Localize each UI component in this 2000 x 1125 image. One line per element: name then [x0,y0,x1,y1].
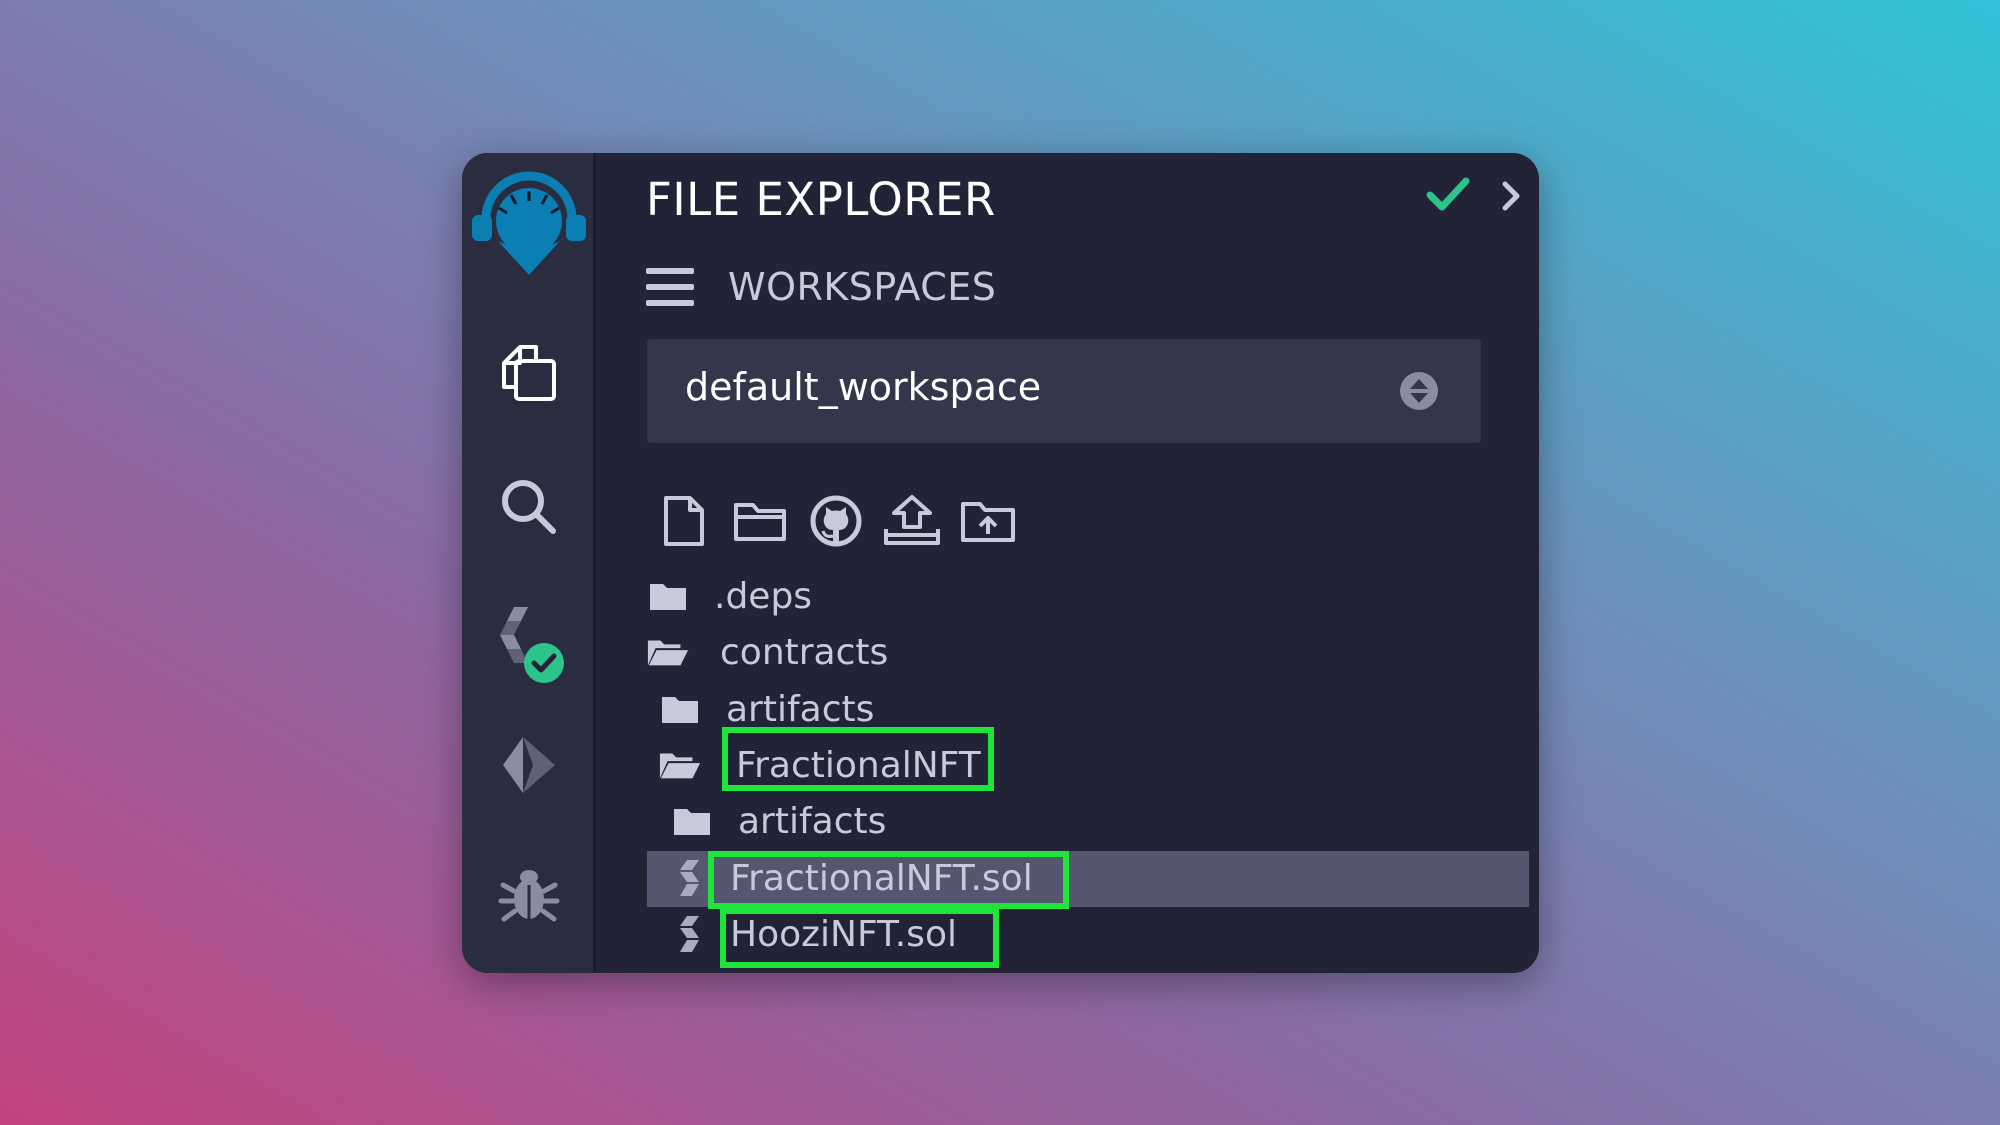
upload-folder-icon[interactable] [950,491,1026,551]
folder-icon [658,693,702,725]
tree-folder-deps[interactable]: .deps [646,569,812,623]
chevron-right-icon[interactable] [1500,179,1522,217]
tree-folder-contracts[interactable]: contracts [646,625,888,679]
debugger-icon[interactable] [462,863,596,925]
solidity-file-icon [670,914,714,954]
highlight-box-fractionalnft-sol [708,851,1069,909]
folder-icon [646,580,690,612]
upload-file-icon[interactable] [874,491,950,551]
file-explorer-icon[interactable] [462,343,596,405]
workspaces-header: WORKSPACES [646,265,996,309]
github-icon[interactable] [798,491,874,551]
select-arrows-icon [1399,371,1439,415]
folder-open-icon [646,636,690,668]
search-icon[interactable] [462,477,596,537]
solidity-compiler-icon[interactable] [462,601,596,691]
remix-logo-icon[interactable] [462,171,596,279]
tree-label: artifacts [738,800,887,842]
remix-panel: FILE EXPLORER WORKSPACES default_workspa… [462,153,1539,973]
file-toolbar [646,491,1026,551]
check-icon [1426,175,1470,219]
hamburger-menu-icon[interactable] [646,266,694,308]
folder-icon [670,805,714,837]
new-folder-icon[interactable] [722,491,798,551]
file-explorer-pane: FILE EXPLORER WORKSPACES default_workspa… [596,153,1539,973]
page-title: FILE EXPLORER [646,173,996,226]
workspaces-label: WORKSPACES [728,265,997,309]
tree-label: artifacts [726,688,875,730]
workspace-select-value: default_workspace [685,365,1042,409]
icon-sidebar [462,153,596,973]
highlight-box-fractionalnft [722,727,994,791]
tree-folder-artifacts-nested[interactable]: artifacts [670,794,886,848]
tree-label: .deps [714,575,813,617]
deploy-run-icon[interactable] [462,733,596,797]
highlight-box-hoozinft-sol [720,908,999,968]
workspace-select[interactable]: default_workspace [647,339,1481,443]
tree-label: contracts [720,631,889,673]
folder-open-icon [658,749,702,781]
new-file-icon[interactable] [646,491,722,551]
